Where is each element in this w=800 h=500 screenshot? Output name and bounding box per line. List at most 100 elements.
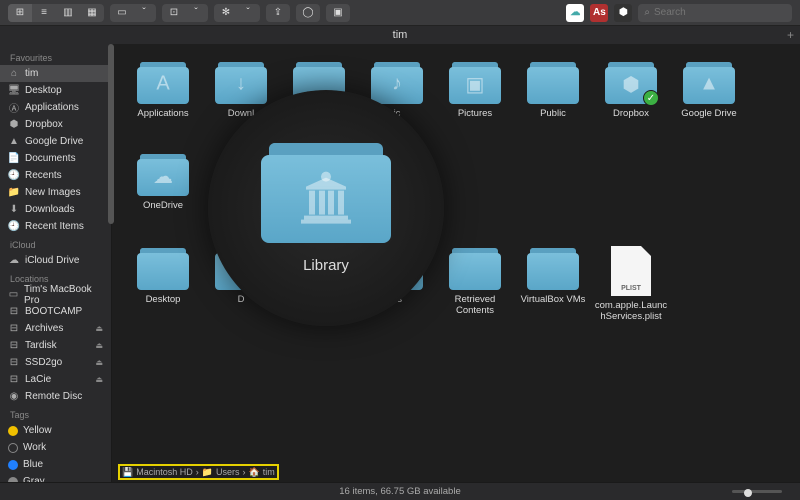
laptop-icon: ▭: [8, 289, 19, 301]
folder-icon: ☁: [137, 154, 189, 196]
remote-icon: ◉: [8, 391, 20, 403]
share-button[interactable]: ⇪: [266, 4, 290, 22]
sidebar-item[interactable]: 📁New Images: [0, 184, 111, 201]
folder-item[interactable]: PLISTcom.apple.LaunchServices.plist: [592, 246, 670, 338]
sidebar-item[interactable]: ▭Tim's MacBook Pro: [0, 286, 111, 303]
search-icon: ⌕: [644, 7, 650, 18]
icon-grid[interactable]: AApplications↓Downl♪ic▣PicturesPublic⬢✓D…: [112, 44, 800, 464]
recent-icon: 🕘: [8, 221, 20, 233]
magnified-preview: Library: [208, 90, 444, 326]
sidebar-item-label: LaCie: [25, 374, 51, 385]
folder-icon: [137, 248, 189, 290]
path-icon: 📁: [202, 467, 213, 478]
sidebar-section-header: Favourites: [0, 48, 111, 65]
gallery-view-button[interactable]: ▦: [80, 4, 104, 22]
sidebar-item[interactable]: ⊟SSD2go⏏: [0, 354, 111, 371]
apps-icon: Ⓐ: [8, 102, 20, 114]
sidebar-item[interactable]: ⊟ LaCie ⏏: [0, 371, 111, 388]
folder-item[interactable]: ⬢✓Dropbox: [592, 60, 670, 152]
folder-icon: [527, 62, 579, 104]
new-tab-button[interactable]: +: [787, 28, 794, 42]
folder-item[interactable]: Public: [514, 60, 592, 152]
folder-label: com.apple.LaunchServices.plist: [594, 301, 668, 323]
folder-item[interactable]: Retrieved Contents: [436, 246, 514, 338]
sidebar-item[interactable]: ⊟Tardisk⏏: [0, 337, 111, 354]
sidebar-item-label: New Images: [25, 187, 81, 198]
sidebar-section-header: iCloud: [0, 235, 111, 252]
sidebar-item[interactable]: ⊟BOOTCAMP: [0, 303, 111, 320]
column-view-button[interactable]: ▥: [56, 4, 80, 22]
sidebar-item-label: Google Drive: [25, 136, 83, 147]
sidebar-item[interactable]: 📄 Documents: [0, 150, 111, 167]
sidebar-item[interactable]: ▲ Google Drive: [0, 133, 111, 150]
search-input[interactable]: [654, 7, 786, 18]
sidebar-item-label: Work: [23, 442, 46, 453]
sidebar-item-label: Documents: [25, 153, 76, 164]
menubar-app-icon[interactable]: As: [590, 4, 608, 22]
zoom-slider[interactable]: [732, 490, 782, 493]
folder-item[interactable]: ▣Pictures: [436, 60, 514, 152]
tag-button[interactable]: ◯: [296, 4, 320, 22]
folder-item[interactable]: VirtualBox VMs: [514, 246, 592, 338]
sidebar-item[interactable]: Ⓐ Applications: [0, 99, 111, 116]
path-label: tim: [263, 467, 275, 477]
path-component[interactable]: 💾Macintosh HD: [122, 467, 193, 478]
disk-icon: ⊟: [8, 374, 20, 386]
disk-icon: ⊟: [8, 323, 20, 335]
eject-icon[interactable]: ⏏: [95, 375, 103, 384]
eject-icon[interactable]: ⏏: [95, 358, 103, 367]
sidebar-item-label: BOOTCAMP: [25, 306, 82, 317]
sidebar-item[interactable]: 🖥Desktop: [0, 82, 111, 99]
folder-label: OneDrive: [143, 201, 183, 212]
toolbar: ⊞ ≡ ▥ ▦ ▭ˇ ⊡ˇ ✻ˇ ⇪ ◯ ▣ ☁ As ⬢ ⌕: [0, 0, 800, 26]
quicklook-button[interactable]: ▣: [326, 4, 350, 22]
folder-item[interactable]: ▲Google Drive: [670, 60, 748, 152]
sidebar-item[interactable]: ⌂tim: [0, 65, 111, 82]
sidebar-item[interactable]: 🕘Recents: [0, 167, 111, 184]
group-segment[interactable]: ▭ˇ: [110, 4, 156, 22]
sidebar-item-label: Remote Disc: [25, 391, 82, 402]
sidebar-item-label: Blue: [23, 459, 43, 470]
path-component[interactable]: 📁Users: [202, 467, 240, 478]
folder-label: Pictures: [458, 109, 492, 120]
sidebar-item-label: Applications: [25, 102, 79, 113]
icon-view-button[interactable]: ⊞: [8, 4, 32, 22]
dropbox-icon: ⬢: [8, 119, 20, 131]
path-bar: 💾Macintosh HD›📁Users›🏠tim: [112, 464, 800, 480]
list-view-button[interactable]: ≡: [32, 4, 56, 22]
sidebar-item[interactable]: Yellow: [0, 422, 111, 439]
arrange-segment[interactable]: ⊡ˇ: [162, 4, 208, 22]
eject-icon[interactable]: ⏏: [95, 324, 103, 333]
folder-icon: [527, 248, 579, 290]
doc-icon: 📄: [8, 153, 20, 165]
menubar-extras: ☁ As ⬢: [566, 4, 632, 22]
sidebar-item[interactable]: Gray: [0, 473, 111, 482]
sidebar-item[interactable]: ◉ Remote Disc: [0, 388, 111, 405]
action-segment[interactable]: ✻ˇ: [214, 4, 260, 22]
sidebar-item[interactable]: ⬢Dropbox: [0, 116, 111, 133]
tag-dot-icon: [8, 426, 18, 436]
path-label: Macintosh HD: [136, 467, 193, 477]
sidebar-item[interactable]: ⬇Downloads: [0, 201, 111, 218]
folder-label: Dropbox: [613, 109, 649, 120]
tag-dot-icon: [8, 460, 18, 470]
sidebar-item-label: SSD2go: [25, 357, 62, 368]
eject-icon[interactable]: ⏏: [95, 341, 103, 350]
window-title: tim: [393, 29, 408, 41]
sidebar-item[interactable]: ☁iCloud Drive: [0, 252, 111, 269]
sidebar-scrollbar[interactable]: [108, 44, 114, 224]
menubar-app-icon[interactable]: ⬢: [614, 4, 632, 22]
sidebar-item[interactable]: Blue: [0, 456, 111, 473]
folder-item[interactable]: Desktop: [124, 246, 202, 338]
sidebar-item[interactable]: 🕘Recent Items: [0, 218, 111, 235]
path-icon: 🏠: [248, 467, 259, 478]
folder-item[interactable]: ☁ OneDrive: [124, 152, 202, 244]
zoom-knob[interactable]: [744, 489, 752, 497]
menubar-app-icon[interactable]: ☁: [566, 4, 584, 22]
sidebar-item[interactable]: ⊟Archives⏏: [0, 320, 111, 337]
path-component[interactable]: 🏠 tim: [248, 467, 274, 478]
gdrive-icon: ▲: [8, 136, 20, 148]
folder-item[interactable]: AApplications: [124, 60, 202, 152]
search-field[interactable]: ⌕: [638, 4, 792, 22]
sidebar-item[interactable]: Work: [0, 439, 111, 456]
